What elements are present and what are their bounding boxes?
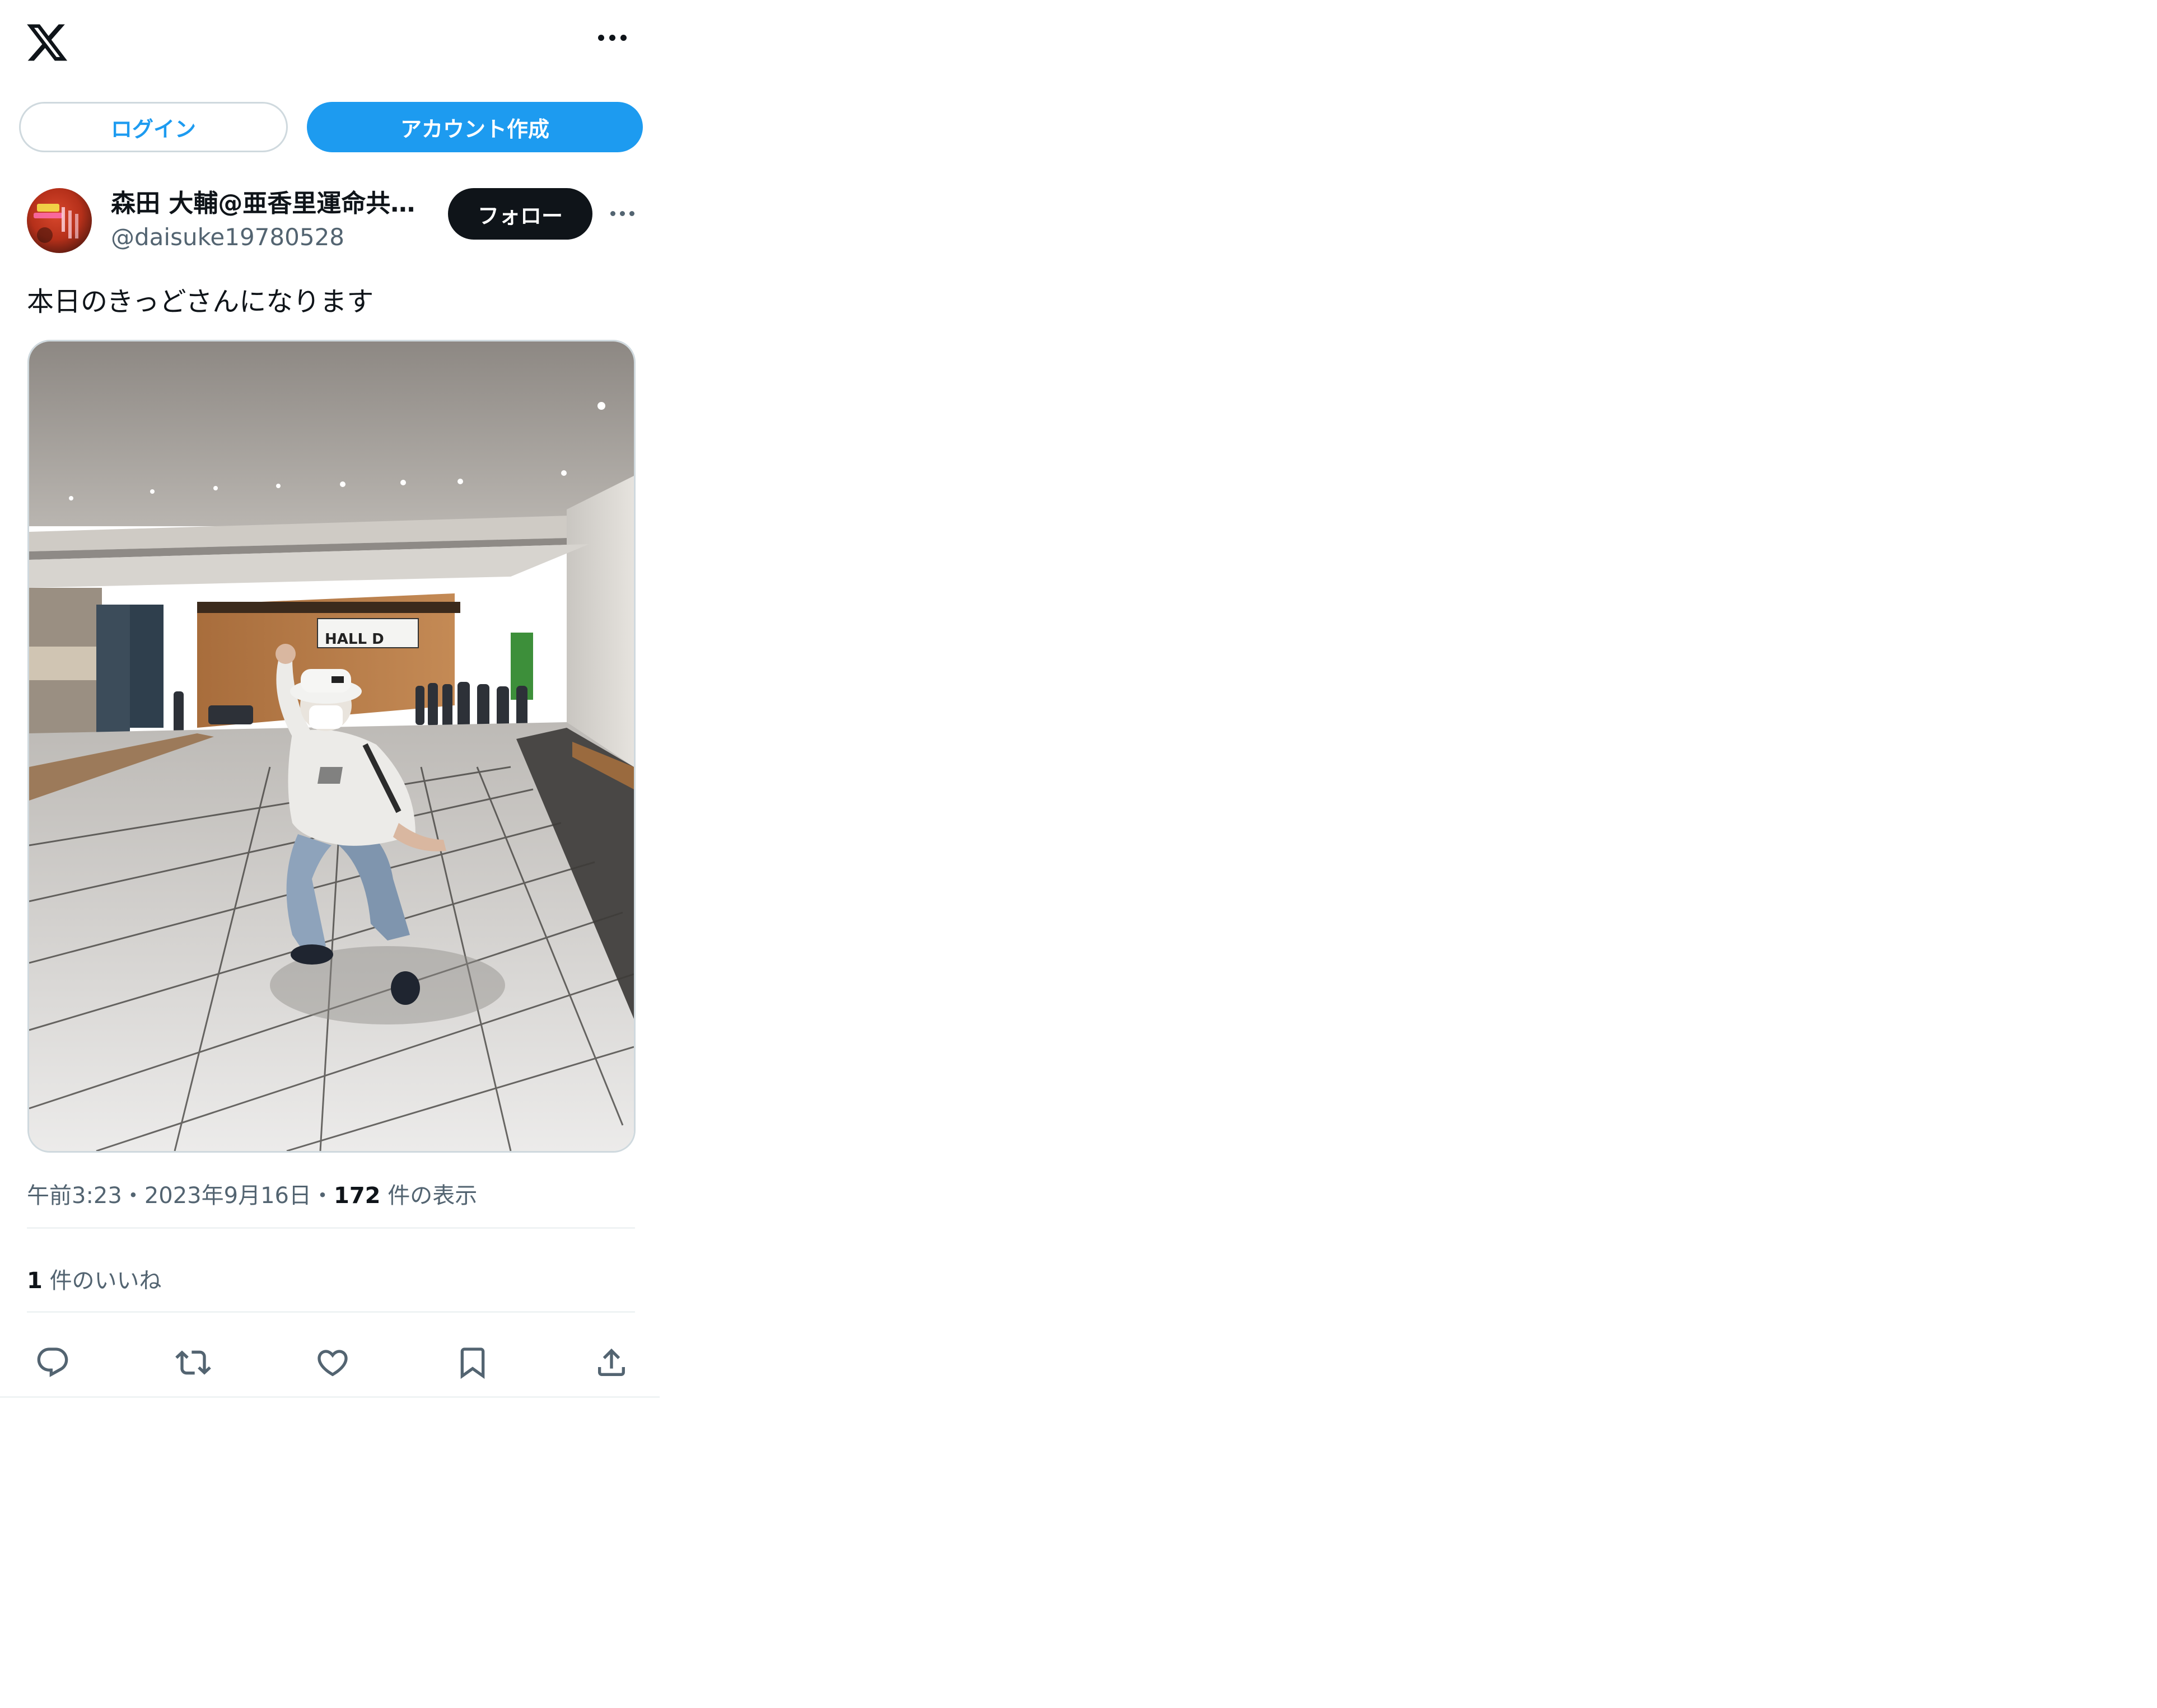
tweet-actions (27, 1339, 635, 1386)
follow-button[interactable]: フォロー (448, 188, 592, 240)
tweet-time[interactable]: 午前3:23 (27, 1183, 122, 1209)
login-button[interactable]: ログイン (19, 102, 288, 152)
views-count: 172 (333, 1183, 381, 1209)
share-icon[interactable] (588, 1339, 635, 1386)
reply-icon[interactable] (29, 1339, 76, 1386)
photo-illustration: HALL D (29, 341, 634, 1151)
divider (27, 1311, 635, 1313)
likes-count: 1 (27, 1268, 43, 1294)
tweet-photo[interactable]: HALL D (27, 340, 636, 1153)
like-icon[interactable] (309, 1339, 356, 1386)
author-handle[interactable]: @daisuke19780528 (111, 222, 344, 253)
tweet-text: 本日のきっどさんになります (27, 286, 374, 317)
tweet-more-icon[interactable] (610, 211, 634, 216)
more-horizontal-icon[interactable] (598, 35, 627, 41)
meta-separator: ・ (311, 1183, 334, 1209)
tweet-meta: 午前3:23・2023年9月16日・172 件の表示 (27, 1180, 477, 1211)
retweet-icon[interactable] (170, 1339, 217, 1386)
create-account-button[interactable]: アカウント作成 (307, 102, 643, 152)
x-logo-icon[interactable] (25, 20, 69, 65)
tweet-date[interactable]: 2023年9月16日 (144, 1183, 311, 1209)
hall-sign: HALL D (325, 631, 384, 648)
divider (27, 1227, 635, 1229)
views-label: 件の表示 (387, 1183, 478, 1209)
tweet-page-panel: ログイン アカウント作成 森田 大輔@亜香里運命共同体 @daisuke1978… (0, 0, 660, 1398)
likes-row[interactable]: 1 件のいいね (27, 1265, 162, 1297)
bookmark-icon[interactable] (449, 1339, 496, 1386)
meta-separator: ・ (122, 1183, 144, 1209)
likes-label: 件のいいね (49, 1268, 162, 1294)
author-display-name[interactable]: 森田 大輔@亜香里運命共同体 (111, 188, 430, 219)
avatar[interactable] (27, 188, 92, 253)
